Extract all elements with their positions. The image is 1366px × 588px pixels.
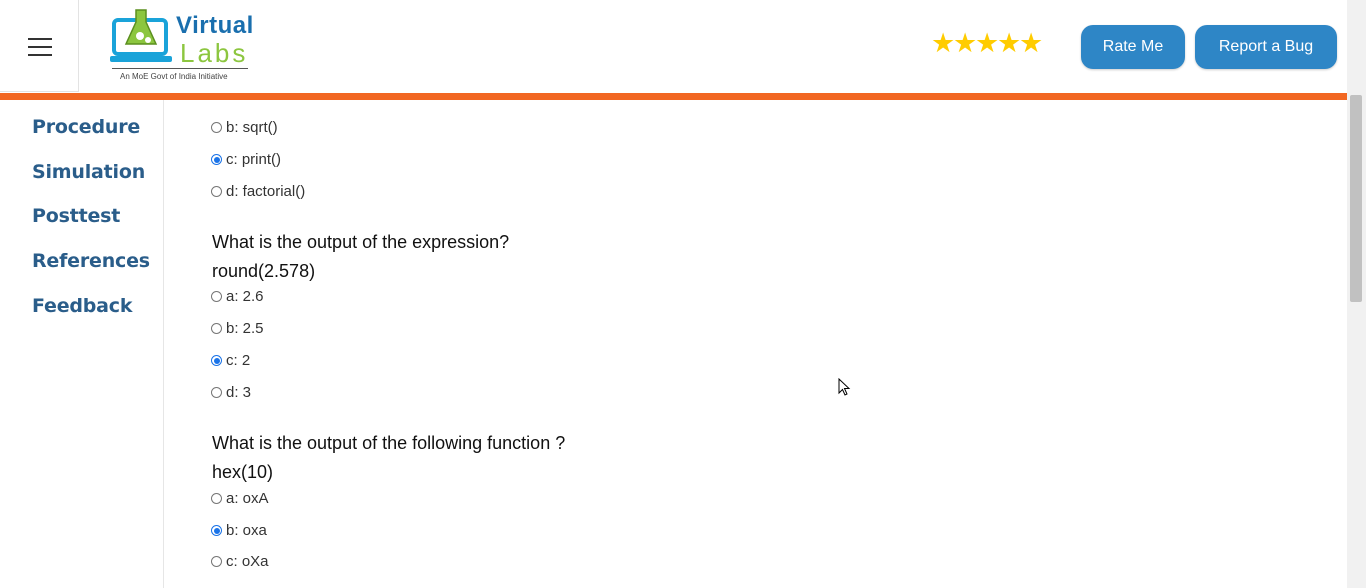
- sidebar-item-procedure[interactable]: Procedure: [32, 116, 140, 138]
- star-icon[interactable]: ★: [931, 30, 955, 57]
- page-scrollbar[interactable]: [1347, 0, 1366, 588]
- radio-button-selected[interactable]: [211, 525, 222, 536]
- option-q0-c[interactable]: c: print(): [211, 151, 281, 168]
- option-label: b: 2.5: [226, 320, 264, 337]
- sidebar-item-posttest[interactable]: Posttest: [32, 205, 120, 227]
- option-q1-d[interactable]: d: 3: [211, 384, 251, 401]
- radio-button[interactable]: [211, 387, 222, 398]
- option-label: b: sqrt(): [226, 119, 278, 136]
- radio-button-selected[interactable]: [211, 355, 222, 366]
- option-q2-b[interactable]: b: oxa: [211, 522, 267, 539]
- quiz-content: b: sqrt() c: print() d: factorial() What…: [164, 100, 1347, 588]
- radio-button[interactable]: [211, 291, 222, 302]
- option-q1-c[interactable]: c: 2: [211, 352, 250, 369]
- logo-divider: [112, 68, 248, 69]
- option-label: c: 2: [226, 352, 251, 369]
- option-q1-b[interactable]: b: 2.5: [211, 320, 264, 337]
- scrollbar-thumb[interactable]: [1350, 95, 1362, 302]
- menu-bar-icon: [28, 46, 52, 48]
- option-label: d: factorial(): [226, 183, 306, 200]
- question-code: hex(10): [212, 462, 274, 482]
- hamburger-menu-button[interactable]: [0, 0, 79, 92]
- mouse-cursor-icon: [838, 378, 851, 396]
- radio-button[interactable]: [211, 323, 222, 334]
- option-label: b: oxa: [226, 522, 267, 539]
- option-q2-a[interactable]: a: oxA: [211, 490, 269, 507]
- radio-button[interactable]: [211, 122, 222, 133]
- site-header: Virtual Labs An MoE Govt of India Initia…: [0, 0, 1347, 93]
- logo-title-virtual: Virtual: [176, 12, 254, 39]
- rating-stars[interactable]: ★ ★ ★ ★ ★: [931, 30, 1043, 57]
- logo-title-labs: Labs: [180, 38, 249, 68]
- question-text: What is the output of the expression?: [212, 232, 510, 252]
- rate-me-button[interactable]: Rate Me: [1081, 25, 1185, 69]
- option-q2-c[interactable]: c: oXa: [211, 553, 269, 570]
- radio-button-selected[interactable]: [211, 154, 222, 165]
- sidebar-nav: Procedure Simulation Posttest References…: [0, 100, 164, 588]
- report-bug-button[interactable]: Report a Bug: [1195, 25, 1337, 69]
- star-icon[interactable]: ★: [997, 30, 1021, 57]
- option-label: d: 3: [226, 384, 252, 401]
- option-label: a: 2.6: [226, 288, 264, 305]
- star-icon[interactable]: ★: [975, 30, 999, 57]
- radio-button[interactable]: [211, 186, 222, 197]
- sidebar-item-references[interactable]: References: [32, 250, 150, 272]
- logo-tagline: An MoE Govt of India Initiative: [120, 72, 228, 81]
- header-accent-bar: [0, 93, 1347, 100]
- question-text: What is the output of the following func…: [212, 433, 566, 453]
- menu-bar-icon: [28, 54, 52, 56]
- option-label: c: print(): [226, 151, 282, 168]
- star-icon[interactable]: ★: [1019, 30, 1043, 57]
- option-label: c: oXa: [226, 553, 269, 570]
- option-label: a: oxA: [226, 490, 269, 507]
- menu-bar-icon: [28, 38, 52, 40]
- star-icon[interactable]: ★: [953, 30, 977, 57]
- option-q0-b[interactable]: b: sqrt(): [211, 119, 278, 136]
- option-q0-d[interactable]: d: factorial(): [211, 183, 305, 200]
- sidebar-item-feedback[interactable]: Feedback: [32, 295, 133, 317]
- radio-button[interactable]: [211, 556, 222, 567]
- sidebar-item-simulation[interactable]: Simulation: [32, 161, 145, 183]
- radio-button[interactable]: [211, 493, 222, 504]
- virtual-labs-logo[interactable]: Virtual Labs An MoE Govt of India Initia…: [110, 8, 260, 86]
- laptop-flask-icon: [110, 9, 172, 62]
- question-code: round(2.578): [212, 261, 316, 281]
- option-q1-a[interactable]: a: 2.6: [211, 288, 264, 305]
